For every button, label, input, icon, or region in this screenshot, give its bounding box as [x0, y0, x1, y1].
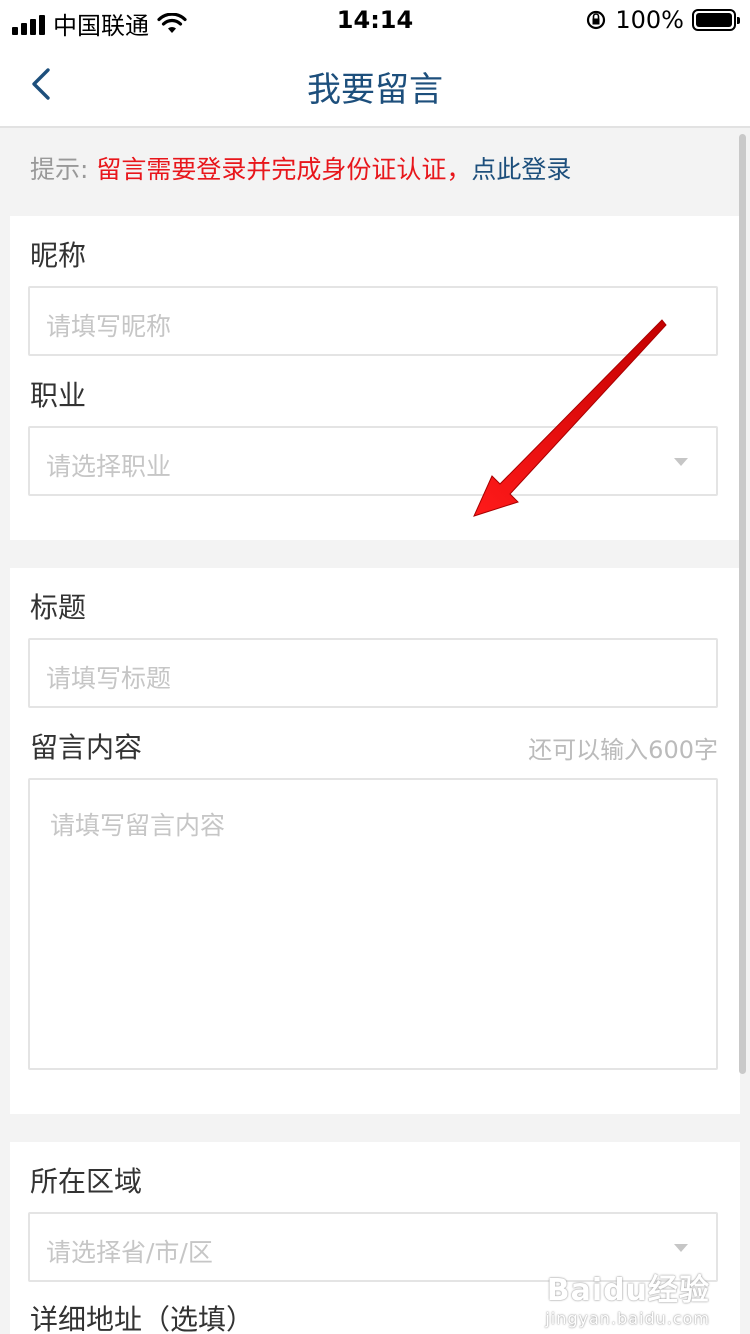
nickname-label: 昵称 [30, 239, 87, 272]
nav-bar: 我要留言 [0, 40, 750, 128]
subject-label: 标题 [30, 591, 87, 624]
address-label: 详细地址（选填） [30, 1303, 255, 1334]
region-placeholder: 请选择省/市/区 [46, 1238, 213, 1267]
rotation-lock-icon [587, 10, 606, 30]
occupation-label: 职业 [30, 379, 87, 412]
status-bar: 中国联通 14:14 100% [0, 0, 750, 40]
annotation-arrow-icon [473, 319, 667, 517]
occupation-placeholder: 请选择职业 [46, 452, 172, 481]
subject-input[interactable]: 请填写标题 [28, 638, 718, 708]
login-tip: 提示: 留言需要登录并完成身份证认证，点此登录 [30, 150, 571, 186]
subject-placeholder: 请填写标题 [46, 664, 172, 693]
watermark-url: jingyan.baidu.com [545, 1309, 710, 1328]
char-counter: 还可以输入600字 [528, 736, 718, 764]
content-placeholder: 请填写留言内容 [50, 811, 226, 840]
watermark: Baidu经验 jingyan.baidu.com [545, 1265, 710, 1328]
region-label: 所在区域 [30, 1165, 143, 1198]
status-right: 100% [585, 6, 740, 34]
watermark-brand: Baidu经验 [546, 1273, 710, 1308]
tip-prefix: 提示: [30, 155, 89, 184]
content-textarea[interactable]: 请填写留言内容 [28, 778, 718, 1070]
chevron-down-icon [674, 458, 688, 466]
page-title: 我要留言 [307, 70, 443, 110]
battery-percent: 100% [615, 6, 684, 34]
nickname-placeholder: 请填写昵称 [46, 312, 172, 341]
battery-icon [692, 9, 740, 31]
login-link[interactable]: 点此登录 [471, 155, 571, 184]
scrollbar[interactable] [739, 134, 746, 1074]
chevron-down-icon [674, 1244, 688, 1252]
content-label: 留言内容 [30, 731, 143, 764]
message-card: 标题 请填写标题 留言内容 还可以输入600字 请填写留言内容 [10, 568, 740, 1114]
tip-message: 留言需要登录并完成身份证认证， [96, 155, 472, 184]
